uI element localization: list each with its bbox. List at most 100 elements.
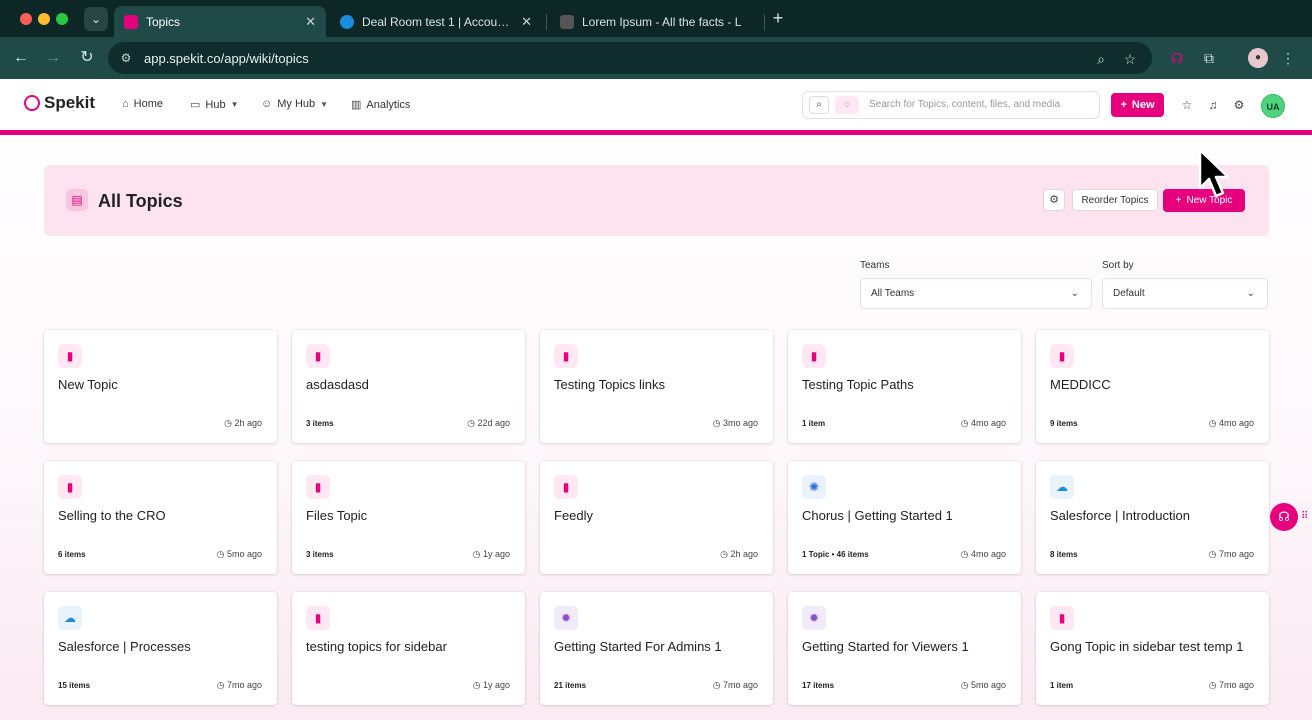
topic-card[interactable]: ▮ asdasdasd 3 items ◷ 22d ago xyxy=(292,330,525,443)
accent-bar xyxy=(0,130,1312,135)
topic-card-time: 5mo ago xyxy=(226,549,262,559)
browser-tab-lorem-ipsum[interactable]: Lorem Ipsum - All the facts - L xyxy=(550,6,762,37)
topic-card-time: 7mo ago xyxy=(1218,680,1254,690)
new-button-label: New xyxy=(1131,99,1155,111)
close-window-button[interactable] xyxy=(20,13,32,25)
tab-title: Deal Room test 1 | Account en xyxy=(362,14,514,29)
mouse-cursor-icon xyxy=(1198,148,1230,198)
reload-icon[interactable]: ↻ xyxy=(76,47,98,69)
bell-icon[interactable]: ♫ xyxy=(1205,97,1221,113)
topic-card-updated: ◷ 22d ago xyxy=(467,418,510,429)
topic-card[interactable]: ▮ Gong Topic in sidebar test temp 1 1 item… xyxy=(1036,592,1269,705)
extensions-puzzle-icon[interactable]: ⧉ xyxy=(1199,48,1219,68)
star-icon[interactable]: ☆ xyxy=(1179,97,1195,113)
spekit-extension-icon[interactable]: ☊ xyxy=(1167,48,1187,68)
topic-card-title: Selling to the CRO xyxy=(58,508,166,523)
bar-chart-icon: ▥ xyxy=(351,99,362,111)
topic-card[interactable]: ✺ Chorus | Getting Started 1 1 Topic • 46 … xyxy=(788,461,1021,574)
site-settings-icon[interactable]: ⚙ xyxy=(118,50,134,66)
topic-card-item-count: 6 items xyxy=(58,550,86,559)
nav-analytics[interactable]: ▥ Analytics xyxy=(351,98,410,112)
topic-card[interactable]: ▮ Files Topic 3 items ◷ 1y ago xyxy=(292,461,525,574)
topic-card[interactable]: ▮ Feedly ◷ 2h ago xyxy=(540,461,773,574)
reorder-topics-button[interactable]: Reorder Topics xyxy=(1072,189,1158,211)
spekit-widget-button[interactable]: ☊ xyxy=(1270,503,1298,531)
topic-card[interactable]: ▮ New Topic ◷ 2h ago xyxy=(44,330,277,443)
sort-select[interactable]: Default ⌄ xyxy=(1102,278,1268,309)
topic-card-title: Feedly xyxy=(554,508,594,523)
topic-card[interactable]: ▮ testing topics for sidebar ◷ 1y ago xyxy=(292,592,525,705)
new-button[interactable]: + New xyxy=(1111,93,1164,117)
brand-name: Spekit xyxy=(44,93,96,112)
address-bar[interactable]: ⚙ app.spekit.co/app/wiki/topics ⌕ ☆ xyxy=(108,42,1152,74)
clock-icon: ◷ xyxy=(216,549,227,559)
topic-card-item-count: 15 items xyxy=(58,681,91,690)
topic-settings-button[interactable]: ⚙ xyxy=(1043,189,1065,211)
clock-icon: ◷ xyxy=(472,549,483,559)
topic-card[interactable]: ▮ MEDDICC 9 items ◷ 4mo ago xyxy=(1036,330,1269,443)
tab-separator xyxy=(764,14,765,30)
new-tab-icon[interactable]: + xyxy=(768,8,788,28)
topic-card-title: Getting Started for Viewers 1 xyxy=(802,639,969,654)
drag-handle-icon[interactable]: ⠿ xyxy=(1301,511,1308,522)
topic-card-time: 3mo ago xyxy=(722,418,758,428)
spekit-logo[interactable]: Spekit xyxy=(24,93,95,113)
spekit-favicon-icon xyxy=(124,14,138,29)
topic-card-time: 7mo ago xyxy=(722,680,758,690)
topic-card-updated: ◷ 5mo ago xyxy=(961,680,1006,691)
nav-label: Home xyxy=(133,98,163,110)
browser-tab-bar: ⌄ Topics ✕ Deal Room test 1 | Account en… xyxy=(0,0,1312,37)
back-arrow-icon[interactable]: ← xyxy=(10,47,32,69)
bookmark-icon: ▮ xyxy=(1050,606,1074,630)
topic-card-item-count: 17 items xyxy=(802,681,835,690)
book-icon: ▤ xyxy=(66,189,88,211)
user-icon: ☺ xyxy=(261,98,273,110)
browser-tab-topics[interactable]: Topics ✕ xyxy=(114,6,326,37)
tab-close-icon[interactable]: ✕ xyxy=(305,14,316,30)
topic-card-time: 7mo ago xyxy=(1218,549,1254,559)
topic-card[interactable]: ▮ Testing Topics links ◷ 3mo ago xyxy=(540,330,773,443)
nav-hub[interactable]: ▭ Hub ▼ xyxy=(190,98,239,112)
bookmark-star-icon[interactable]: ☆ xyxy=(1121,50,1139,68)
browser-menu-icon[interactable]: ⋮ xyxy=(1278,48,1298,68)
topic-card[interactable]: ✹ Getting Started for Viewers 1 17 items ◷ … xyxy=(788,592,1021,705)
topic-card-title: Gong Topic in sidebar test temp 1 xyxy=(1050,639,1244,654)
tab-search-chevron-icon[interactable]: ⌄ xyxy=(84,7,108,31)
bookmark-icon: ▮ xyxy=(554,475,578,499)
nav-my-hub[interactable]: ☺ My Hub ▼ xyxy=(261,98,328,110)
sort-select-value: Default xyxy=(1113,288,1145,299)
profile-avatar-icon[interactable]: ● xyxy=(1248,48,1268,68)
chevron-down-icon: ▼ xyxy=(230,100,239,109)
teams-filter-label: Teams xyxy=(860,260,890,271)
gear-icon[interactable]: ⚙ xyxy=(1231,97,1247,113)
teams-select[interactable]: All Teams ⌄ xyxy=(860,278,1092,309)
tab-title: Topics xyxy=(146,14,181,29)
zoom-icon[interactable]: ⌕ xyxy=(1092,50,1110,68)
user-avatar[interactable]: UA xyxy=(1261,94,1285,118)
clock-icon: ◷ xyxy=(720,549,731,559)
topic-card[interactable]: ▮ Testing Topic Paths 1 item ◷ 4mo ago xyxy=(788,330,1021,443)
topic-card-item-count: 9 items xyxy=(1050,419,1078,428)
minimize-window-button[interactable] xyxy=(38,13,50,25)
topic-card[interactable]: ✹ Getting Started For Admins 1 21 items ◷ 7… xyxy=(540,592,773,705)
topic-card[interactable]: ☁ Salesforce | Processes 15 items ◷ 7mo ago xyxy=(44,592,277,705)
tab-close-icon[interactable]: ✕ xyxy=(521,14,532,30)
topic-card[interactable]: ☁ Salesforce | Introduction 8 items ◷ 7mo a… xyxy=(1036,461,1269,574)
clock-icon: ◷ xyxy=(467,418,478,428)
topic-card-title: Chorus | Getting Started 1 xyxy=(802,508,953,523)
nav-home[interactable]: ⌂ Home xyxy=(122,98,163,110)
search-icon[interactable]: ⌕ xyxy=(809,96,829,114)
topic-card-item-count: 1 item xyxy=(802,419,826,428)
browser-tab-deal-room[interactable]: Deal Room test 1 | Account en ✕ xyxy=(330,6,542,37)
topic-card-time: 1y ago xyxy=(482,549,510,559)
ai-search-icon[interactable]: ◌ xyxy=(835,96,859,114)
url-text[interactable]: app.spekit.co/app/wiki/topics xyxy=(144,51,309,66)
forward-arrow-icon[interactable]: → xyxy=(42,47,64,69)
folder-icon: ▭ xyxy=(190,99,201,111)
global-search[interactable]: ⌕ ◌ Search for Topics, content, files, a… xyxy=(802,91,1100,119)
topic-card[interactable]: ▮ Selling to the CRO 6 items ◷ 5mo ago xyxy=(44,461,277,574)
sort-filter-label: Sort by xyxy=(1102,260,1134,271)
topic-card-time: 4mo ago xyxy=(970,418,1006,428)
nav-label: Hub xyxy=(205,98,226,111)
maximize-window-button[interactable] xyxy=(56,13,68,25)
